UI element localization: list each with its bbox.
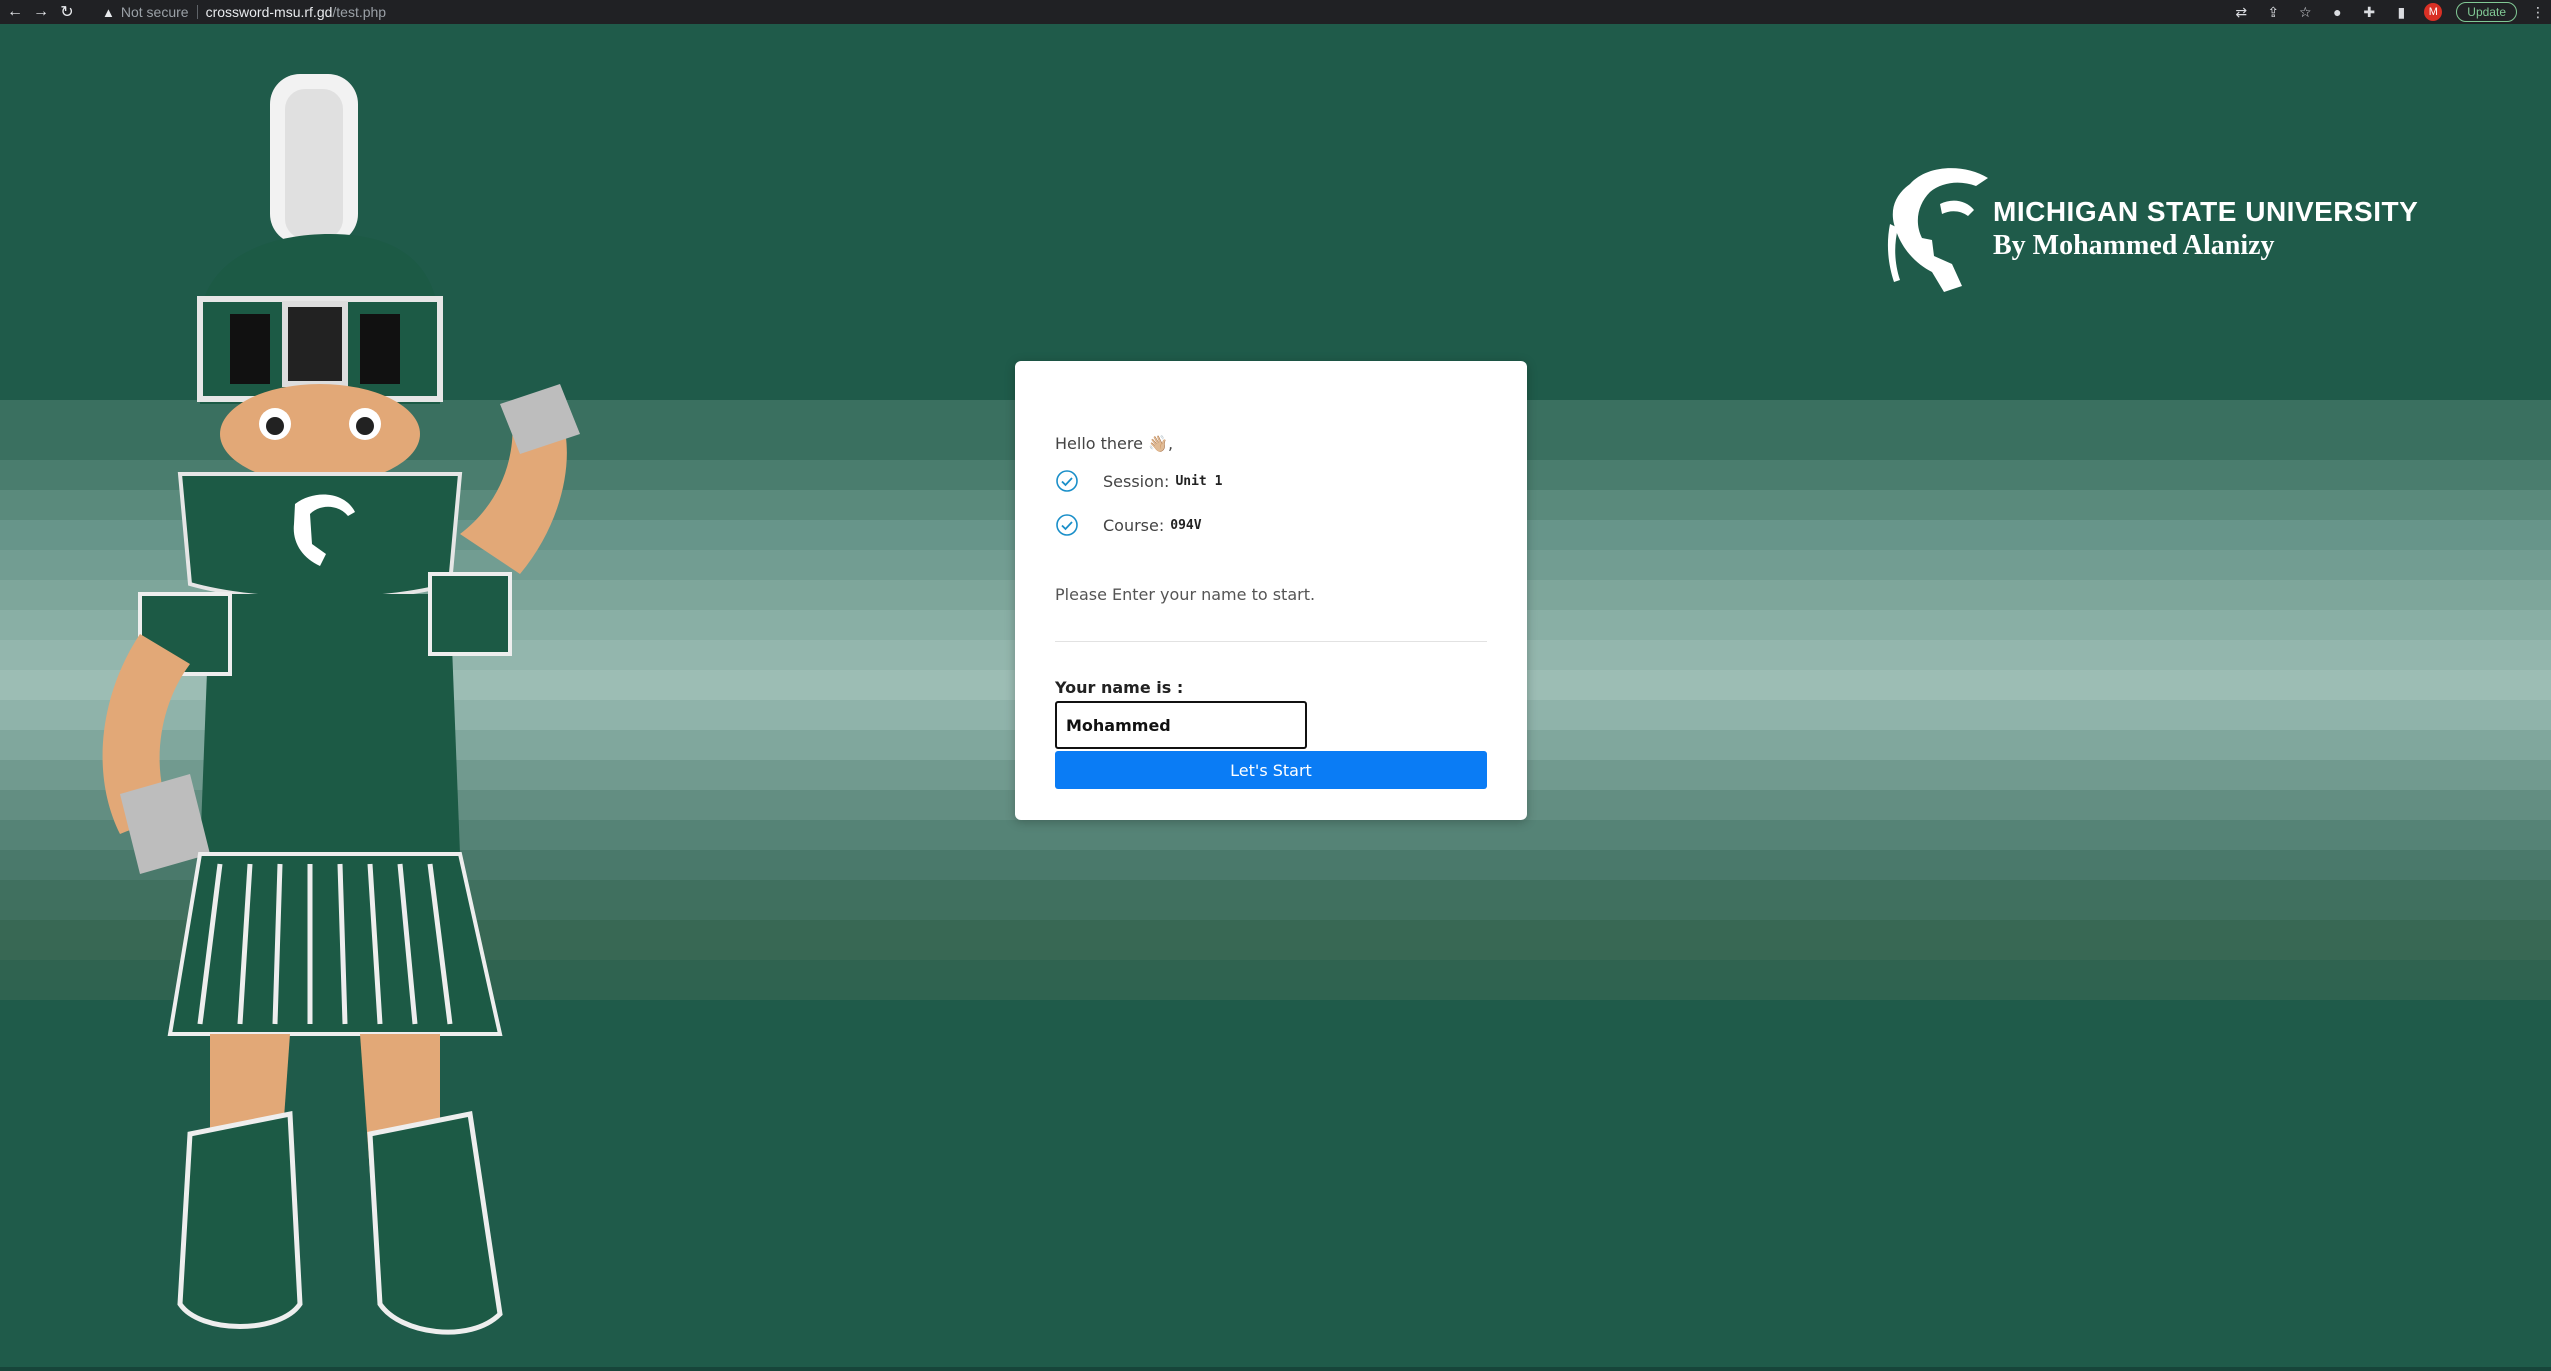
brand-title: MICHIGAN STATE UNIVERSITY (1993, 196, 2419, 227)
check-circle-icon (1056, 514, 1078, 536)
browser-actions: ⇄ ⇪ ☆ ● ✚ ▮ M Update ⋮ (2232, 0, 2545, 24)
instruction-text: Please Enter your name to start. (1055, 585, 1316, 604)
session-label: Session: (1103, 471, 1170, 491)
address-bar[interactable]: ▲ Not secure crossword-msu.rf.gd/test.ph… (102, 1, 386, 23)
msu-logo: MICHIGAN STATE UNIVERSITY By Mohammed Al… (1860, 124, 2420, 292)
course-row: Course: 094V (1055, 513, 1202, 537)
name-label: Your name is : (1055, 678, 1184, 697)
share-icon[interactable]: ⇪ (2264, 4, 2282, 21)
sparty-mascot-image (102, 74, 580, 1335)
reload-icon[interactable]: ↻ (56, 1, 78, 23)
course-label: Course: (1103, 515, 1165, 535)
bookmark-star-icon[interactable]: ☆ (2296, 4, 2314, 21)
update-button[interactable]: Update (2456, 2, 2517, 22)
course-value: 094V (1170, 517, 1202, 533)
spartan-helmet-icon (1887, 168, 1988, 292)
translate-icon[interactable]: ⇄ (2232, 4, 2250, 21)
forward-icon[interactable]: → (30, 1, 52, 23)
extension-avatar-icon[interactable]: ● (2328, 4, 2346, 20)
start-button[interactable]: Let's Start (1055, 751, 1487, 789)
check-circle-icon (1056, 470, 1078, 492)
profile-avatar[interactable]: M (2424, 3, 2443, 21)
session-row: Session: Unit 1 (1055, 469, 1222, 493)
side-panel-icon[interactable]: ▮ (2392, 4, 2410, 21)
url-path[interactable]: /test.php (332, 4, 386, 20)
session-value: Unit 1 (1175, 473, 1223, 489)
warning-icon[interactable]: ▲ (102, 5, 115, 20)
name-input[interactable] (1055, 701, 1307, 749)
start-card: Hello there 👋🏼, Session: Unit 1 Course: … (1015, 361, 1527, 820)
extensions-puzzle-icon[interactable]: ✚ (2360, 4, 2378, 21)
url-host[interactable]: crossword-msu.rf.gd (206, 4, 333, 20)
page-background: MICHIGAN STATE UNIVERSITY By Mohammed Al… (0, 24, 2551, 1371)
browser-toolbar: ← → ↻ ▲ Not secure crossword-msu.rf.gd/t… (0, 0, 2551, 24)
card-divider (1055, 641, 1487, 642)
bottom-scrollbar (0, 1367, 2551, 1371)
back-icon[interactable]: ← (4, 1, 26, 23)
address-separator (196, 5, 198, 19)
security-label[interactable]: Not secure (121, 4, 189, 20)
greeting-text: Hello there 👋🏼, (1055, 434, 1174, 453)
menu-kebab-icon[interactable]: ⋮ (2531, 4, 2545, 21)
brand-subtitle: By Mohammed Alanizy (1993, 230, 2275, 261)
